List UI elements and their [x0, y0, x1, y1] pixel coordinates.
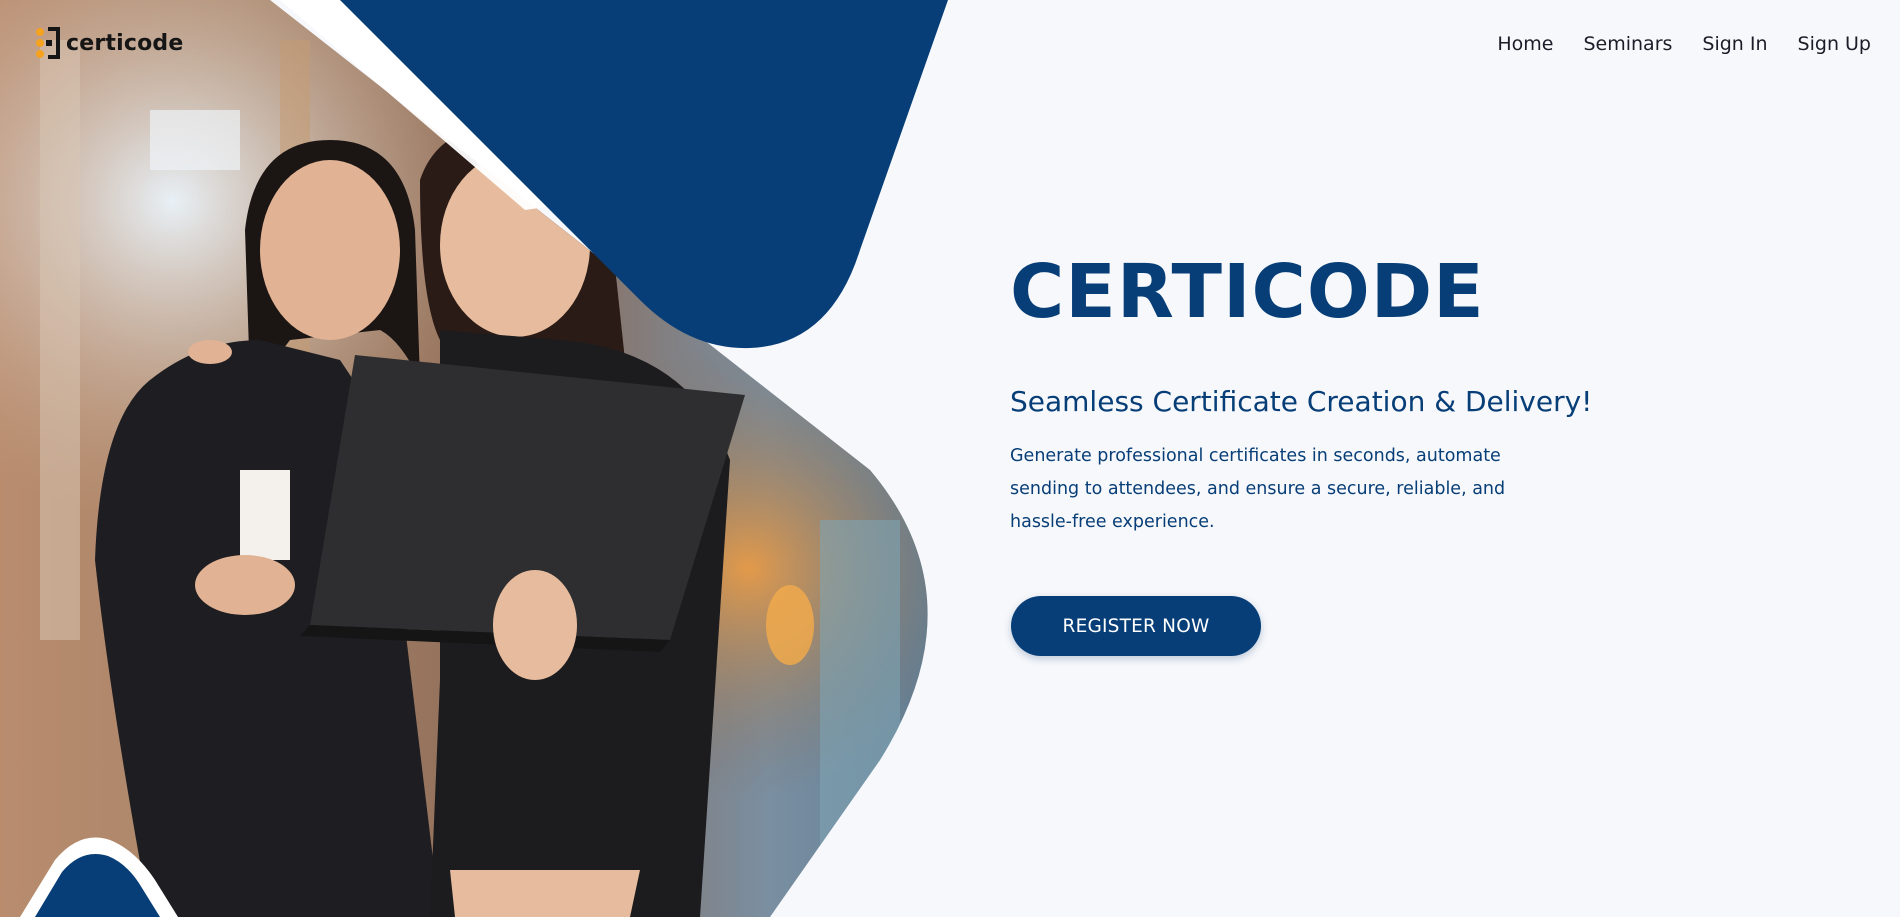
- brand-name: certicode: [66, 30, 184, 56]
- register-now-button[interactable]: REGISTER NOW: [1011, 596, 1261, 656]
- nav-sign-up-link[interactable]: Sign Up: [1798, 33, 1871, 55]
- hero-title: CERTICODE: [1010, 249, 1485, 335]
- brand-logo[interactable]: certicode: [34, 26, 184, 60]
- hero-content: CERTICODE Seamless Certificate Creation …: [1010, 255, 1650, 539]
- nav-sign-in-link[interactable]: Sign In: [1702, 33, 1767, 55]
- hero-subtitle: Seamless Certificate Creation & Delivery…: [1010, 385, 1593, 418]
- landing-page: certicode Home Seminars Sign In Sign Up …: [0, 0, 1900, 917]
- nav-seminars-link[interactable]: Seminars: [1583, 33, 1672, 55]
- certicode-logo-icon: [36, 27, 60, 59]
- main-nav: Home Seminars Sign In Sign Up: [1497, 33, 1871, 55]
- hero-description: Generate professional certificates in se…: [1010, 446, 1506, 532]
- nav-home-link[interactable]: Home: [1497, 33, 1553, 55]
